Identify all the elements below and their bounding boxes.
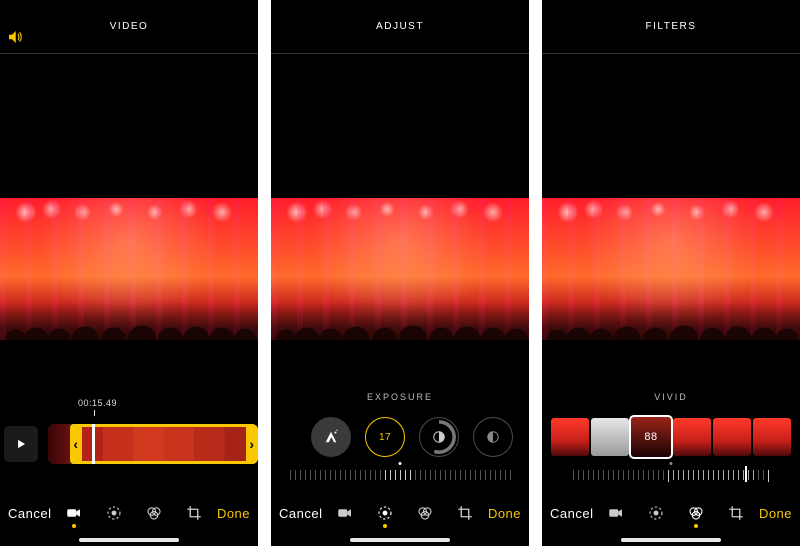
home-indicator[interactable] <box>79 538 179 542</box>
editor-screen-adjust: ADJUST EXPOSURE 17 <box>271 0 529 546</box>
trim-handle-start[interactable] <box>70 424 82 464</box>
home-indicator[interactable] <box>350 538 450 542</box>
filter-thumb[interactable] <box>753 418 791 456</box>
filter-thumb-original[interactable] <box>591 418 629 456</box>
filter-thumb[interactable] <box>551 418 589 456</box>
timestamp-label: 00:15.49 <box>78 398 117 408</box>
mode-video-icon[interactable] <box>607 504 625 522</box>
mode-filters-icon[interactable] <box>416 504 434 522</box>
top-bar: VIDEO <box>0 0 258 54</box>
top-bar: FILTERS <box>542 0 800 54</box>
adjust-param-label: EXPOSURE <box>271 392 529 402</box>
timeline <box>4 424 258 464</box>
filter-strength-value: 88 <box>644 431 657 443</box>
trim-handle-end[interactable] <box>246 424 258 464</box>
video-preview[interactable] <box>0 198 258 340</box>
filter-thumb[interactable] <box>673 418 711 456</box>
editor-screen-filters: FILTERS VIVID 88 Cancel <box>542 0 800 546</box>
filter-strip[interactable]: 88 <box>542 414 800 460</box>
top-bar: ADJUST <box>271 0 529 54</box>
editor-screen-video: VIDEO 00:15.49 Cancel <box>0 0 258 546</box>
cancel-button[interactable]: Cancel <box>550 506 593 521</box>
mode-crop-icon[interactable] <box>185 504 203 522</box>
done-button[interactable]: Done <box>488 506 521 521</box>
mode-filters-icon[interactable] <box>145 504 163 522</box>
mode-icons <box>607 504 745 522</box>
mode-crop-icon[interactable] <box>456 504 474 522</box>
mode-filters-icon[interactable] <box>687 504 705 522</box>
mode-title: ADJUST <box>376 21 424 32</box>
filter-name-label: VIVID <box>542 392 800 402</box>
play-button[interactable] <box>4 426 38 462</box>
playhead[interactable] <box>92 424 95 464</box>
mode-title: VIDEO <box>110 21 149 32</box>
trim-track[interactable] <box>48 424 258 464</box>
mode-adjust-icon[interactable] <box>376 504 394 522</box>
mode-adjust-icon[interactable] <box>647 504 665 522</box>
cancel-button[interactable]: Cancel <box>8 506 51 521</box>
exposure-dial[interactable]: 17 <box>365 417 405 457</box>
mode-crop-icon[interactable] <box>727 504 745 522</box>
mode-video-icon[interactable] <box>65 504 83 522</box>
auto-enhance-dial[interactable] <box>311 417 351 457</box>
filter-thumb-selected[interactable]: 88 <box>631 417 671 457</box>
exposure-value: 17 <box>379 432 391 443</box>
mode-video-icon[interactable] <box>336 504 354 522</box>
shadows-dial[interactable] <box>473 417 513 457</box>
highlights-dial[interactable] <box>419 417 459 457</box>
video-preview[interactable] <box>271 198 529 340</box>
cancel-button[interactable]: Cancel <box>279 506 322 521</box>
video-preview[interactable] <box>542 198 800 340</box>
adjust-scale[interactable] <box>271 462 529 484</box>
filter-strength-scale[interactable] <box>542 462 800 484</box>
strength-marker[interactable] <box>745 466 747 482</box>
done-button[interactable]: Done <box>759 506 792 521</box>
mode-adjust-icon[interactable] <box>105 504 123 522</box>
filter-thumb[interactable] <box>713 418 751 456</box>
home-indicator[interactable] <box>621 538 721 542</box>
mode-icons <box>336 504 474 522</box>
mode-title: FILTERS <box>646 21 697 32</box>
sound-icon[interactable] <box>6 28 24 42</box>
mode-icons <box>65 504 203 522</box>
done-button[interactable]: Done <box>217 506 250 521</box>
adjust-dial-row[interactable]: 17 <box>271 414 529 460</box>
